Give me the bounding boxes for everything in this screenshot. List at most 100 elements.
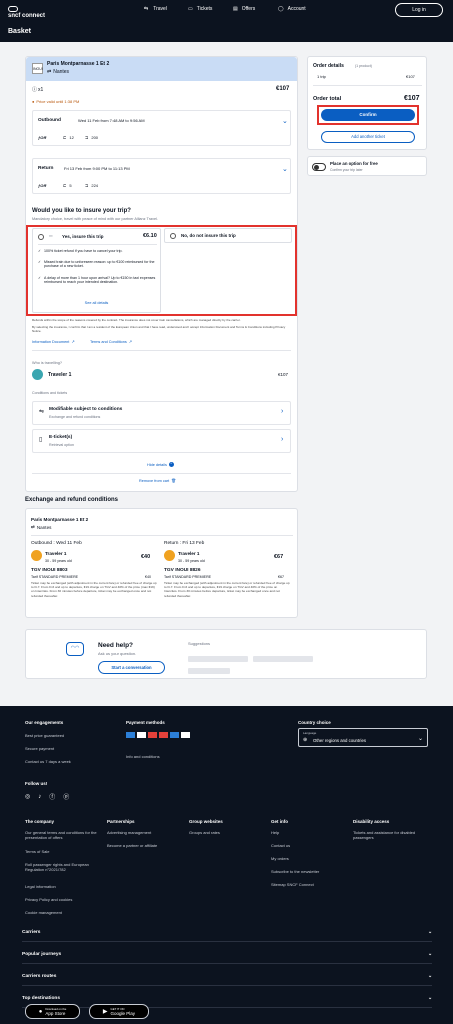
paypal-icon bbox=[181, 732, 190, 738]
confirm-button[interactable]: Confirm bbox=[321, 109, 415, 121]
exchange-tariff: Tarif STANDARD PREMIERE bbox=[31, 575, 79, 579]
exchange-return: Return : Fri 13 Feb Traveler 1 30 - 59 y… bbox=[164, 541, 292, 598]
eticket-row[interactable]: ▯ E-ticket(s) Retrieval option › bbox=[32, 429, 291, 453]
pinterest-icon[interactable]: ⓟ bbox=[63, 792, 69, 801]
tiktok-icon[interactable]: ♪ bbox=[38, 794, 41, 800]
company-link[interactable]: Legal information bbox=[25, 884, 56, 889]
instagram-icon[interactable]: ◎ bbox=[25, 793, 30, 800]
outbound-label: Outbound bbox=[38, 118, 61, 123]
round-trip-icon: ⇄ bbox=[31, 524, 35, 529]
insurance-yes-label: Yes, insure this trip bbox=[62, 234, 104, 239]
getinfo-link[interactable]: Subscribe to the newsletter bbox=[271, 869, 319, 874]
passenger-count: ⓘ x1 bbox=[32, 86, 44, 94]
information-document-link[interactable]: Information Document ↗ bbox=[32, 339, 75, 345]
avatar bbox=[164, 550, 175, 561]
accordion-top-destinations[interactable]: Top destinations ⌄ bbox=[22, 990, 432, 1008]
modifiable-label: Modifiable subject to conditions bbox=[49, 407, 123, 412]
see-all-details-link[interactable]: See all details bbox=[33, 301, 160, 305]
trip-destination: Nantes bbox=[53, 69, 70, 75]
return-seat: ⊐ 224 bbox=[85, 183, 99, 188]
trip-origin: Paris Montparnasse 1 Et 2 bbox=[47, 61, 110, 67]
getinfo-link[interactable]: Help bbox=[271, 830, 279, 835]
payment-logos bbox=[126, 732, 190, 738]
order-count: (1 product) bbox=[355, 64, 372, 68]
radio-yes[interactable] bbox=[38, 234, 44, 240]
country-select[interactable]: Language Other regions and countries ⊕ ⌄ bbox=[298, 728, 428, 747]
chevron-down-icon[interactable]: ⌄ bbox=[282, 165, 288, 173]
insurance-yes-option[interactable]: ━━ Yes, insure this trip €6.10 ✓ 100% tic… bbox=[32, 228, 161, 313]
nav-tickets[interactable]: ▭ Tickets bbox=[188, 6, 212, 12]
nav-travel[interactable]: ⇆ Travel bbox=[144, 6, 167, 12]
nav-account[interactable]: ◯ Account bbox=[278, 6, 306, 12]
add-another-ticket-button[interactable]: Add another ticket bbox=[321, 131, 415, 143]
conditions-title: Conditions and tickets bbox=[32, 391, 68, 395]
check-icon: ✓ bbox=[38, 276, 42, 280]
inoui-logo-icon: ƒOЯ bbox=[38, 183, 47, 188]
company-link[interactable]: Roll passenger rights and European Regul… bbox=[25, 862, 97, 872]
avatar bbox=[31, 550, 42, 561]
company-link[interactable]: Privacy Policy and cookies bbox=[25, 897, 72, 902]
getinfo-link[interactable]: My orders bbox=[271, 856, 289, 861]
exchange-destination: ⇄ Nantes bbox=[31, 524, 52, 530]
country-select-label: Language bbox=[303, 731, 317, 735]
exchange-tariff-price: €40 bbox=[145, 575, 151, 579]
tgv-inoui-logo-icon: INOUI bbox=[32, 63, 43, 74]
insurance-yes-price: €6.10 bbox=[143, 233, 157, 239]
chevron-right-icon[interactable]: › bbox=[281, 408, 283, 415]
chevron-down-icon: ⌄ bbox=[427, 974, 432, 979]
trash-icon: 🗑 bbox=[171, 479, 176, 483]
insurance-no-option[interactable]: No, do not insure this trip bbox=[164, 228, 292, 243]
hide-details-link[interactable]: Hide details ^ bbox=[147, 462, 174, 467]
terms-conditions-link[interactable]: Terms and Conditions ↗ bbox=[90, 339, 132, 345]
suggestion-placeholder bbox=[188, 668, 230, 674]
ticket-icon: ▯ bbox=[39, 437, 43, 443]
outbound-segment[interactable]: Outbound Wed 11 Feb from 7:48 AM to 9:56… bbox=[32, 110, 291, 146]
chevron-right-icon[interactable]: › bbox=[281, 436, 283, 443]
partnership-link[interactable]: Advertising management bbox=[107, 830, 151, 835]
accordion-popular-journeys[interactable]: Popular journeys ⌄ bbox=[22, 946, 432, 964]
chevron-down-icon: ⌄ bbox=[418, 736, 424, 742]
sncf-logo-icon bbox=[8, 6, 18, 12]
app-store-badge[interactable]: ● Download on the App Store bbox=[25, 1004, 80, 1019]
radio-no[interactable] bbox=[170, 233, 176, 239]
group-link[interactable]: Groups and rates bbox=[189, 830, 220, 835]
partnership-link[interactable]: Become a partner or affiliate bbox=[107, 843, 157, 848]
engagements-title: Our engagements bbox=[25, 720, 64, 725]
play-icon: ▶ bbox=[102, 1009, 108, 1015]
ticket-icon: ▭ bbox=[188, 6, 193, 12]
exchange-outbound: Outbound : Wed 11 Feb Traveler 1 30 - 59… bbox=[31, 541, 159, 598]
coach-icon: ⊏ bbox=[63, 135, 67, 140]
company-link[interactable]: Terms of Sale bbox=[25, 849, 49, 854]
google-play-badge[interactable]: ▶ GET IT ON Google Play bbox=[89, 1004, 149, 1019]
group-title: Group websites bbox=[189, 819, 223, 824]
chevron-down-icon[interactable]: ⌄ bbox=[282, 117, 288, 125]
company-link[interactable]: Our general terms and conditions for the… bbox=[25, 830, 97, 840]
exchange-traveller: Traveler 1 bbox=[45, 551, 67, 556]
company-link[interactable]: Cookie management bbox=[25, 910, 62, 915]
getinfo-link[interactable]: Contact us bbox=[271, 843, 290, 848]
getinfo-link[interactable]: Sitemap SNCF Connect bbox=[271, 882, 314, 887]
facebook-icon[interactable]: ⓕ bbox=[49, 792, 55, 801]
insurance-no-label: No, do not insure this trip bbox=[181, 233, 236, 238]
order-title: Order details bbox=[313, 63, 344, 69]
train-icon: ⇆ bbox=[144, 6, 149, 12]
external-link-icon: ↗ bbox=[71, 340, 75, 344]
modifiable-conditions-row[interactable]: ⇋ Modifiable subject to conditions Excha… bbox=[32, 401, 291, 425]
payment-info-link[interactable]: Info and conditions bbox=[126, 754, 160, 759]
brand-logo[interactable]: sncf connect bbox=[8, 13, 45, 19]
start-conversation-button[interactable]: Start a conversation bbox=[98, 661, 165, 674]
remove-from-cart-link[interactable]: Remove from cart 🗑 bbox=[139, 478, 176, 484]
login-button[interactable]: Log in bbox=[395, 3, 443, 17]
exchange-card: Paris Montparnasse 1 Et 2 ⇄ Nantes Outbou… bbox=[25, 508, 298, 618]
accordion-carriers[interactable]: Carriers ⌄ bbox=[22, 924, 432, 942]
return-segment[interactable]: Return Fri 13 Feb from 9:00 PM to 11:13 … bbox=[32, 158, 291, 194]
exchange-price: €67 bbox=[274, 554, 284, 560]
mastercard-icon bbox=[148, 732, 157, 738]
exchange-icon: ⇋ bbox=[39, 409, 45, 415]
eticket-label: E-ticket(s) bbox=[49, 435, 73, 440]
option-toggle[interactable] bbox=[312, 163, 326, 171]
accordion-carriers-routes[interactable]: Carriers routes ⌄ bbox=[22, 968, 432, 986]
nav-offers[interactable]: ▤ Offers bbox=[233, 6, 255, 12]
payment-title: Payment methods bbox=[126, 720, 165, 725]
disability-link[interactable]: Tickets and assistance for disabled pass… bbox=[353, 830, 427, 840]
